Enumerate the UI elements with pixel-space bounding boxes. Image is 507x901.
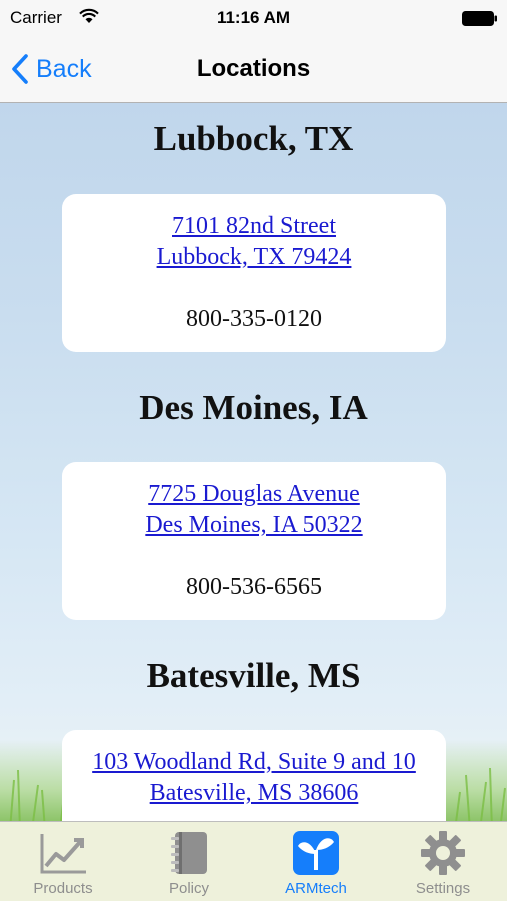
tab-label: ARMtech xyxy=(285,880,347,897)
status-bar: Carrier 11:16 AM xyxy=(0,0,507,38)
address-link-line1[interactable]: 7101 82nd Street xyxy=(62,211,446,242)
armtech-logo-icon xyxy=(293,831,339,875)
phone-number[interactable]: 800-536-6565 xyxy=(62,574,446,601)
chart-icon xyxy=(40,834,86,874)
phone-number[interactable]: 800-335-0120 xyxy=(62,306,446,333)
tab-policy[interactable]: Policy xyxy=(126,822,252,901)
address-link-line1[interactable]: 103 Woodland Rd, Suite 9 and 10 xyxy=(62,747,446,778)
tab-label: Settings xyxy=(415,880,471,897)
address-link-line2[interactable]: Lubbock, TX 79424 xyxy=(62,242,446,273)
location-heading: Batesville, MS xyxy=(146,656,361,695)
tab-products[interactable]: Products xyxy=(0,822,126,901)
notebook-icon xyxy=(171,832,207,874)
tab-armtech[interactable]: ARMtech xyxy=(253,822,379,901)
address-link-line2[interactable]: Batesville, MS 38606 xyxy=(62,778,446,809)
tab-settings[interactable]: Settings xyxy=(380,822,506,901)
location-heading: Des Moines, IA xyxy=(139,388,368,427)
battery-icon xyxy=(462,11,497,26)
location-card: 7725 Douglas Avenue Des Moines, IA 50322… xyxy=(62,462,446,620)
locations-list[interactable]: Lubbock, TX 7101 82nd Street Lubbock, TX… xyxy=(0,103,507,821)
location-card: 7101 82nd Street Lubbock, TX 79424 800-3… xyxy=(62,194,446,352)
page-title: Locations xyxy=(196,55,311,82)
status-time: 11:16 AM xyxy=(216,8,291,27)
location-heading: Lubbock, TX xyxy=(153,119,354,158)
tab-label: Policy xyxy=(168,880,209,897)
address-link-line2[interactable]: Des Moines, IA 50322 xyxy=(62,510,446,541)
navigation-bar: Back Locations xyxy=(0,38,507,103)
gear-icon xyxy=(421,831,465,875)
tab-bar: Products Policy ARMtech Settings xyxy=(0,821,507,901)
address-link-line1[interactable]: 7725 Douglas Avenue xyxy=(62,479,446,510)
tab-label: Products xyxy=(33,880,93,897)
location-card: 103 Woodland Rd, Suite 9 and 10 Batesvil… xyxy=(62,730,446,821)
